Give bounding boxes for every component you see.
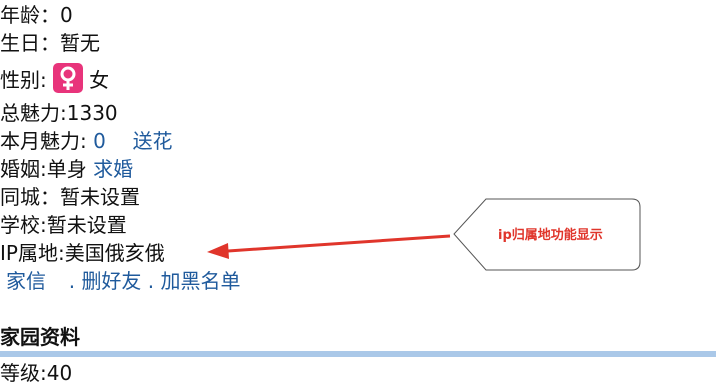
annotation-arrow-line xyxy=(227,234,451,253)
annotation-overlay xyxy=(207,198,641,271)
callout-text: ip归属地功能显示 xyxy=(498,228,603,243)
arrowhead-icon xyxy=(207,243,229,259)
